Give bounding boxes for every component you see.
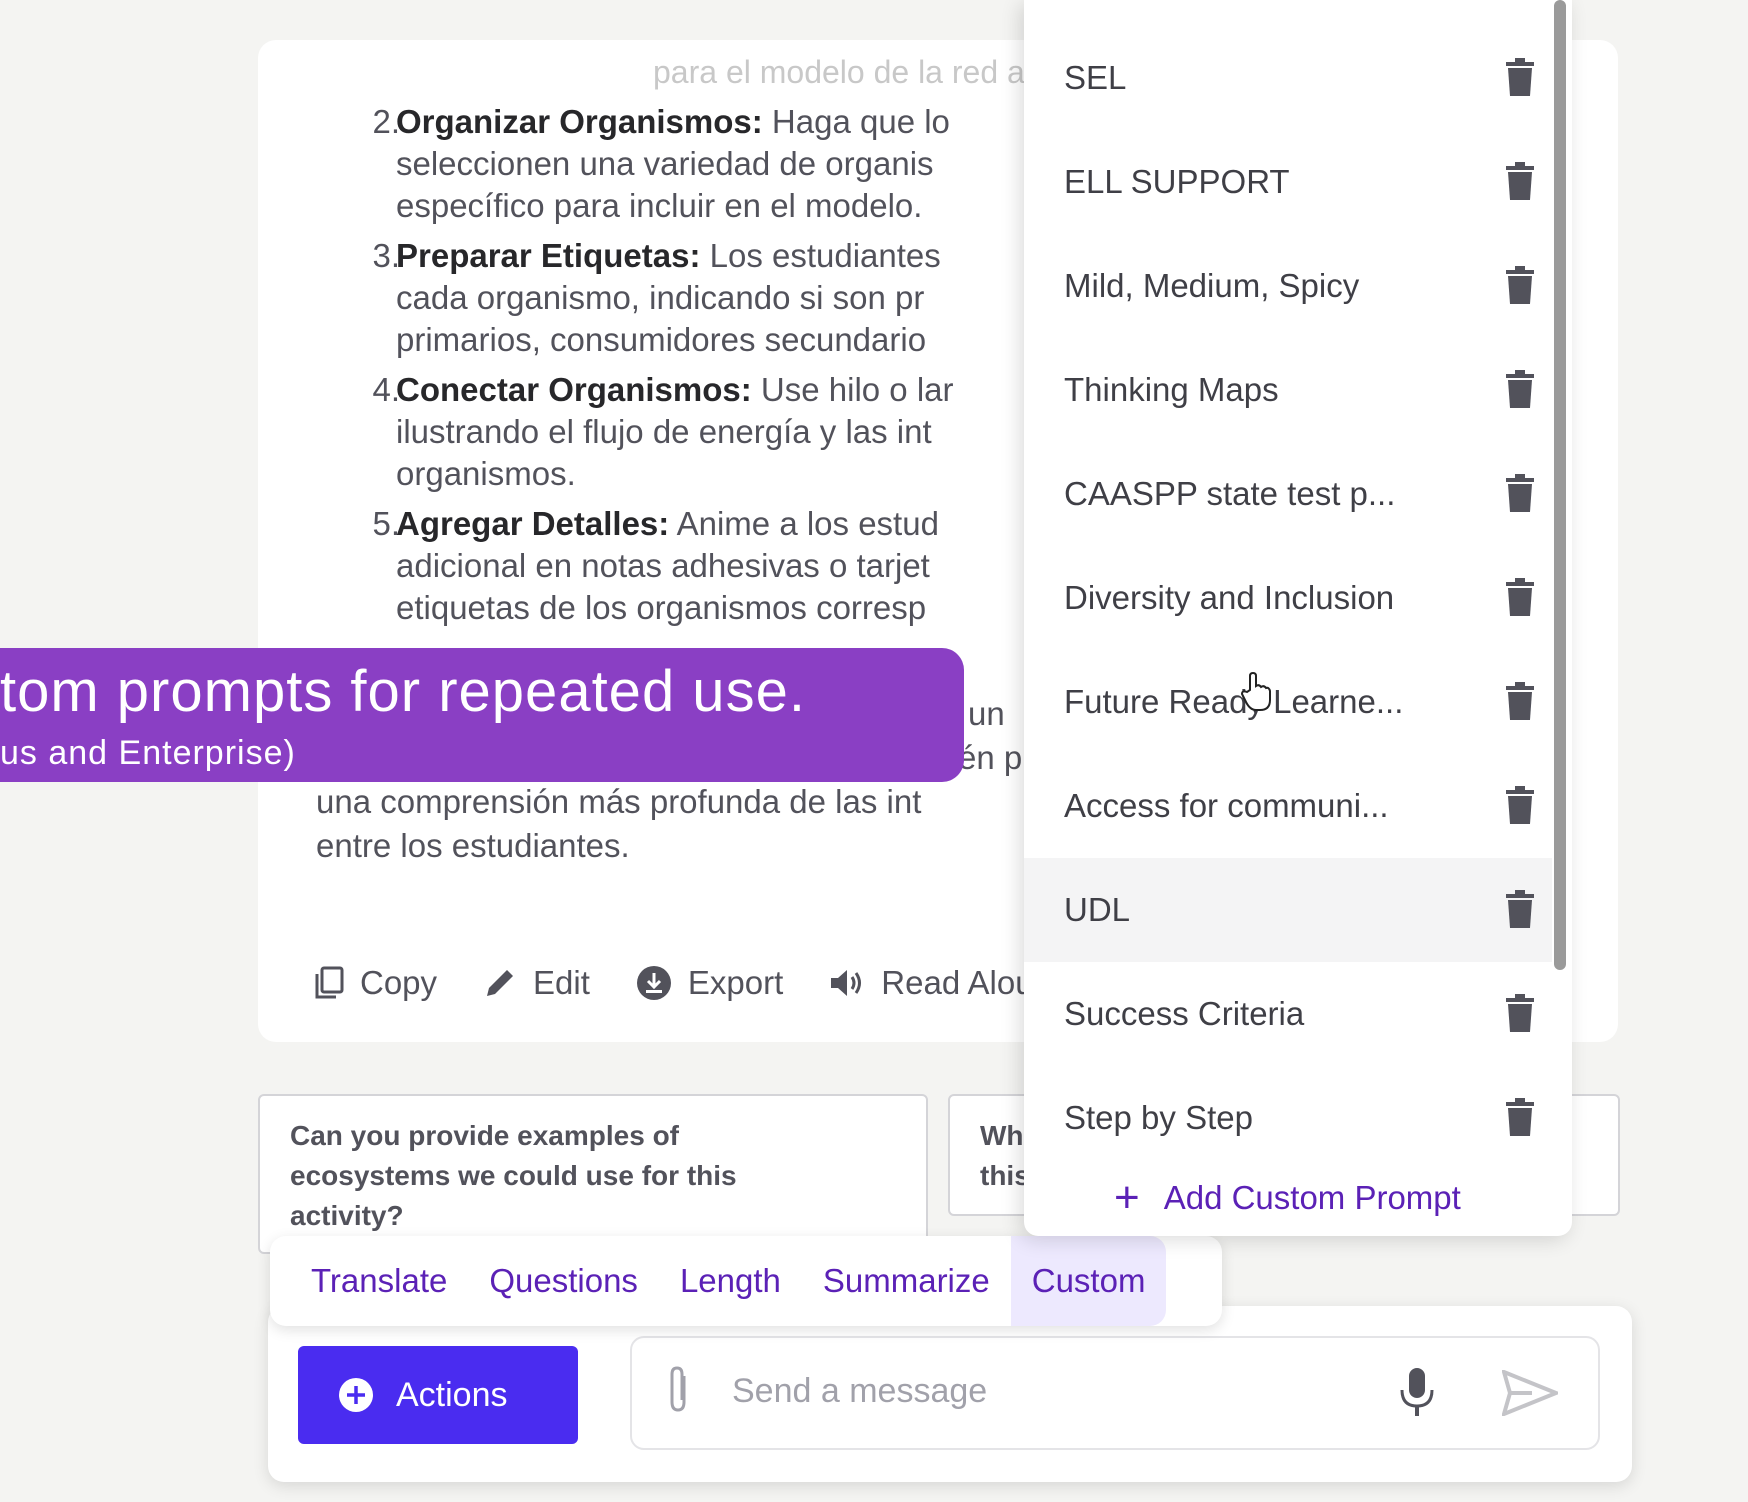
- send-icon[interactable]: [1502, 1370, 1558, 1416]
- feature-callout: tom prompts for repeated use. us and Ent…: [0, 648, 964, 782]
- paragraph-fragment: én p: [958, 739, 1023, 776]
- add-custom-prompt-button[interactable]: + Add Custom Prompt: [1114, 1176, 1461, 1220]
- step-number: 5.: [372, 505, 400, 542]
- step-line: organismos.: [396, 455, 576, 492]
- message-placeholder: Send a message: [732, 1372, 988, 1410]
- chat-input-bar: Actions Send a message: [268, 1306, 1632, 1482]
- plus-circle-icon: [339, 1378, 373, 1412]
- step-line: etiquetas de los organismos corresp: [396, 589, 927, 626]
- custom-prompt-item[interactable]: Diversity and Inclusion: [1024, 546, 1552, 650]
- actions-button[interactable]: Actions: [298, 1346, 578, 1444]
- step-line: adicional en notas adhesivas o tarjet: [396, 547, 930, 584]
- plus-icon: +: [1114, 1173, 1140, 1222]
- trash-icon[interactable]: [1506, 682, 1534, 720]
- callout-title: tom prompts for repeated use.: [0, 659, 806, 724]
- copy-icon: [315, 966, 344, 999]
- step-line: Organizar Organismos: Haga que lo: [396, 103, 950, 140]
- trash-icon[interactable]: [1506, 474, 1534, 512]
- custom-prompt-item[interactable]: Access for communi...: [1024, 754, 1552, 858]
- step-line: específico para incluir en el modelo.: [396, 187, 923, 224]
- custom-prompt-item[interactable]: UDL: [1024, 858, 1552, 962]
- trash-icon[interactable]: [1506, 890, 1534, 928]
- dropdown-scrollbar[interactable]: [1554, 0, 1566, 970]
- step-line: seleccionen una variedad de organis: [396, 145, 934, 182]
- custom-prompts-dropdown: SEL ELL SUPPORT Mild, Medium, Spicy Thin…: [1024, 0, 1572, 1236]
- suggestion-card[interactable]: Can you provide examples of ecosystems w…: [258, 1094, 928, 1254]
- prompt-tabs: Translate Questions Length Summarize Cus…: [270, 1236, 1222, 1326]
- microphone-icon[interactable]: [1397, 1366, 1437, 1418]
- download-icon: [636, 966, 671, 1000]
- step-line: cada organismo, indicando si son pr: [396, 279, 925, 316]
- step-line: Preparar Etiquetas: Los estudiantes: [396, 237, 941, 274]
- step-line: ilustrando el flujo de energía y las int: [396, 413, 932, 450]
- tab-translate[interactable]: Translate: [290, 1236, 468, 1326]
- hand-cursor-icon: [1240, 672, 1271, 711]
- speaker-icon: [831, 970, 862, 996]
- custom-prompt-item[interactable]: SEL: [1024, 26, 1552, 130]
- tab-questions[interactable]: Questions: [468, 1236, 659, 1326]
- custom-prompt-item[interactable]: Step by Step: [1024, 1066, 1552, 1170]
- paperclip-icon[interactable]: [662, 1364, 696, 1416]
- step-number: 3.: [372, 237, 400, 274]
- step-number: 2.: [372, 103, 400, 140]
- custom-prompt-item[interactable]: Future Ready Learne...: [1024, 650, 1552, 754]
- step-line: primarios, consumidores secundario: [396, 321, 927, 358]
- trash-icon[interactable]: [1506, 578, 1534, 616]
- custom-prompt-item[interactable]: Success Criteria: [1024, 962, 1552, 1066]
- suggestion-text: Can you provide examples of ecosystems w…: [290, 1120, 737, 1231]
- paragraph-fragment: un: [968, 695, 1005, 732]
- trash-icon[interactable]: [1506, 370, 1534, 408]
- custom-prompt-item[interactable]: Thinking Maps: [1024, 338, 1552, 442]
- step-line: Conectar Organismos: Use hilo o lar: [396, 371, 954, 408]
- tab-length[interactable]: Length: [659, 1236, 802, 1326]
- trash-icon[interactable]: [1506, 994, 1534, 1032]
- custom-prompt-item[interactable]: Mild, Medium, Spicy: [1024, 234, 1552, 338]
- callout-subtitle: us and Enterprise): [0, 734, 296, 772]
- paragraph-line: una comprensión más profunda de las int: [316, 783, 922, 820]
- trash-icon[interactable]: [1506, 1098, 1534, 1136]
- step-line: Agregar Detalles: Anime a los estud: [396, 505, 939, 542]
- edit-button[interactable]: Edit: [483, 964, 590, 1002]
- message-input[interactable]: Send a message: [630, 1336, 1600, 1450]
- trash-icon[interactable]: [1506, 266, 1534, 304]
- paragraph-line: entre los estudiantes.: [316, 827, 630, 864]
- tab-summarize[interactable]: Summarize: [802, 1236, 1011, 1326]
- trash-icon[interactable]: [1506, 786, 1534, 824]
- trash-icon[interactable]: [1506, 58, 1534, 96]
- step-number: 4.: [372, 371, 400, 408]
- read-aloud-button[interactable]: Read Alou: [829, 964, 1034, 1002]
- response-toolbar: Copy Edit Export Read Alou: [314, 958, 1080, 1008]
- trash-icon[interactable]: [1506, 162, 1534, 200]
- export-button[interactable]: Export: [636, 964, 783, 1002]
- tab-custom[interactable]: Custom: [1010, 1236, 1167, 1326]
- copy-button[interactable]: Copy: [314, 964, 437, 1002]
- pencil-icon: [487, 970, 514, 996]
- custom-prompt-item[interactable]: CAASPP state test p...: [1024, 442, 1552, 546]
- custom-prompt-item[interactable]: ELL SUPPORT: [1024, 130, 1552, 234]
